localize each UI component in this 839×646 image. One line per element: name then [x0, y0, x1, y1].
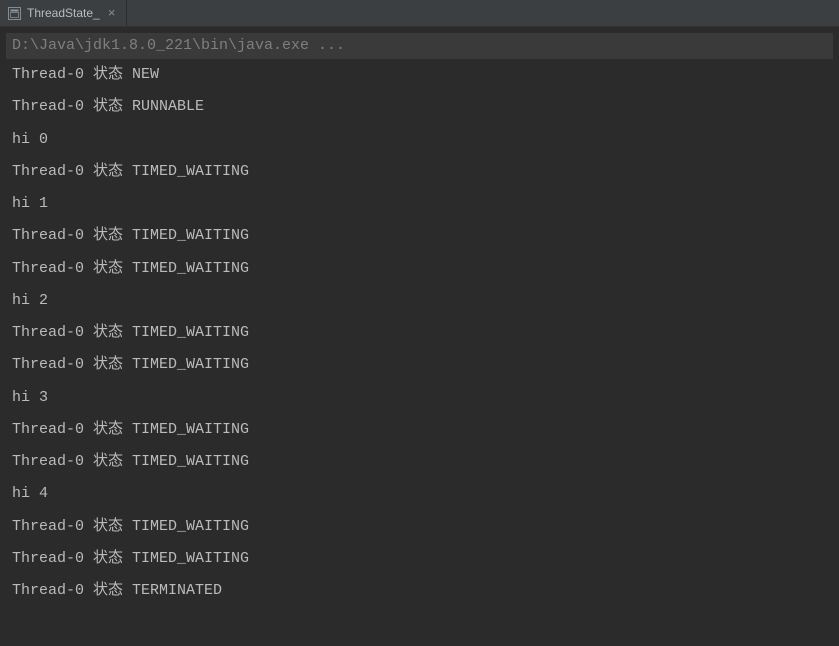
close-icon[interactable]: × — [106, 7, 118, 20]
console-line[interactable]: hi 0 — [12, 124, 827, 156]
console-line[interactable]: Thread-0 状态 TIMED_WAITING — [12, 349, 827, 381]
command-line[interactable]: D:\Java\jdk1.8.0_221\bin\java.exe ... — [6, 33, 833, 59]
console-line[interactable]: hi 3 — [12, 382, 827, 414]
console-line[interactable]: Thread-0 状态 TIMED_WAITING — [12, 511, 827, 543]
tab-title: ThreadState_ — [27, 6, 100, 20]
run-config-icon — [8, 7, 21, 20]
console-line[interactable]: Thread-0 状态 RUNNABLE — [12, 91, 827, 123]
console-line[interactable]: Thread-0 状态 TIMED_WAITING — [12, 220, 827, 252]
console-line[interactable]: Thread-0 状态 NEW — [12, 59, 827, 91]
console-line[interactable]: Thread-0 状态 TIMED_WAITING — [12, 446, 827, 478]
console-line[interactable]: hi 2 — [12, 285, 827, 317]
console-output: D:\Java\jdk1.8.0_221\bin\java.exe ... Th… — [0, 27, 839, 619]
console-line[interactable]: Thread-0 状态 TERMINATED — [12, 575, 827, 607]
console-line[interactable]: Thread-0 状态 TIMED_WAITING — [12, 317, 827, 349]
tab-threadstate[interactable]: ThreadState_ × — [0, 0, 127, 26]
console-line[interactable]: hi 4 — [12, 478, 827, 510]
console-line[interactable]: Thread-0 状态 TIMED_WAITING — [12, 253, 827, 285]
tab-bar: ThreadState_ × — [0, 0, 839, 27]
console-line[interactable]: hi 1 — [12, 188, 827, 220]
console-line[interactable]: Thread-0 状态 TIMED_WAITING — [12, 414, 827, 446]
console-line[interactable]: Thread-0 状态 TIMED_WAITING — [12, 156, 827, 188]
console-line[interactable]: Thread-0 状态 TIMED_WAITING — [12, 543, 827, 575]
